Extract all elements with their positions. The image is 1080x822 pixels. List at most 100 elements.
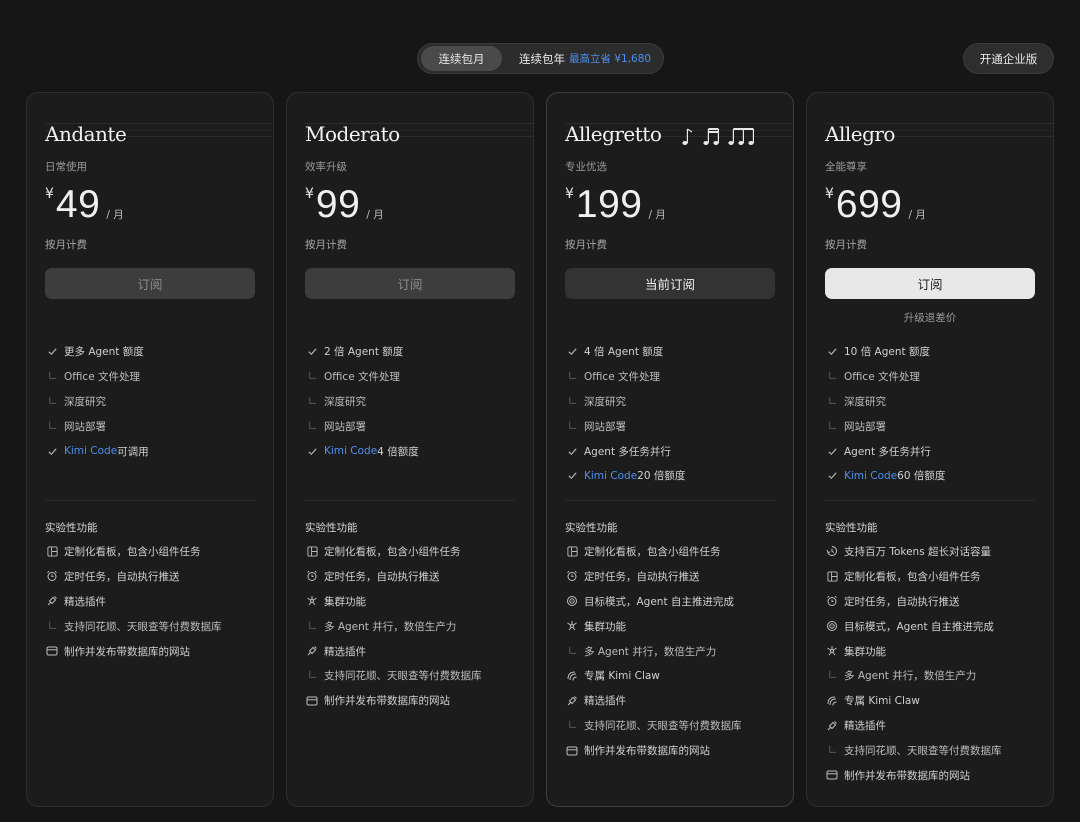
plan-card-andante: Andante 日常使用 ¥49 / 月按月计费 订阅 更多 Agent 额度 Office… (26, 92, 274, 807)
experimental-item: 多 Agent 并行，数倍生产力 (565, 639, 775, 664)
experimental-item: 定时任务，自动执行推送 (825, 589, 1035, 614)
experimental-text: 集群功能 (324, 595, 366, 608)
experimental-item: 专属 Kimi Claw (825, 688, 1035, 713)
experimental-text: 支持同花顺、天眼查等付费数据库 (844, 745, 1002, 758)
sub-item-icon (565, 394, 579, 408)
billing-note: 按月计费 (305, 239, 347, 251)
billing-period-toggle: 连续包月 连续包年 最高立省 ¥1,680 (417, 43, 664, 74)
feature-item: Kimi Code 20 倍额度 (565, 463, 775, 488)
experimental-item: 定时任务，自动执行推送 (305, 564, 515, 589)
dashboard-icon (305, 544, 319, 558)
sub-item-icon (45, 394, 59, 408)
check-icon (565, 444, 579, 458)
experimental-text: 制作并发布带数据库的网站 (64, 645, 190, 658)
experimental-item: 定时任务，自动执行推送 (45, 564, 255, 589)
plan-subtitle: 日常使用 (45, 161, 87, 173)
experimental-text: 多 Agent 并行，数倍生产力 (584, 645, 717, 658)
sub-icon (565, 644, 579, 658)
plugin-icon (565, 694, 579, 708)
cluster-icon (305, 594, 319, 608)
sub-item-icon (45, 369, 59, 383)
section-divider (825, 500, 1035, 501)
plan-subtitle: 全能尊享 (825, 161, 867, 173)
feature-text: Agent 多任务并行 (844, 445, 931, 458)
experimental-item: 精选插件 (565, 688, 775, 713)
kimi-code-link: Kimi Code (324, 445, 378, 457)
price: ¥199 / 月 (565, 185, 666, 224)
sub-item-icon (825, 419, 839, 433)
feature-item: Office 文件处理 (45, 364, 255, 389)
experimental-item: 支持同花顺、天眼查等付费数据库 (45, 614, 255, 639)
subscribe-button[interactable]: 订阅 (45, 268, 255, 299)
experimental-text: 专属 Kimi Claw (844, 695, 920, 708)
sub-item-icon (825, 369, 839, 383)
currency-symbol: ¥ (565, 186, 574, 202)
experimental-text: 专属 Kimi Claw (584, 670, 660, 683)
feature-item: 更多 Agent 额度 (45, 339, 255, 364)
feature-item: 深度研究 (565, 389, 775, 414)
feature-text: 深度研究 (844, 395, 886, 408)
sub-icon (45, 619, 59, 633)
sub-icon (565, 719, 579, 733)
billing-note: 按月计费 (45, 239, 87, 251)
currency-symbol: ¥ (825, 186, 834, 202)
check-icon (565, 469, 579, 483)
feature-item: 深度研究 (825, 389, 1035, 414)
experimental-text: 目标模式，Agent 自主推进完成 (844, 620, 994, 633)
plan-name: Moderato (305, 122, 400, 146)
yearly-option[interactable]: 连续包年 最高立省 ¥1,680 (502, 46, 651, 71)
experimental-text: 定时任务，自动执行推送 (324, 570, 440, 583)
price-amount: 699 (835, 183, 903, 226)
experimental-label: 实验性功能 (825, 522, 878, 534)
check-icon (825, 444, 839, 458)
cluster-icon (825, 644, 839, 658)
feature-list: 更多 Agent 额度 Office 文件处理 深度研究 网站部署 Kimi Code … (45, 339, 255, 463)
plan-card-allegro: Allegro 全能尊享 ¥699 / 月按月计费 订阅 升级退差价 10 倍 Agent … (806, 92, 1054, 807)
experimental-item: 定制化看板，包含小组件任务 (825, 564, 1035, 589)
currency-symbol: ¥ (305, 186, 314, 202)
feature-item: 10 倍 Agent 额度 (825, 339, 1035, 364)
sub-item-icon (305, 419, 319, 433)
yearly-label: 连续包年 (519, 51, 565, 66)
upgrade-note: 升级退差价 (903, 312, 957, 324)
sub-icon (305, 669, 319, 683)
pricing-page: 连续包月 连续包年 最高立省 ¥1,680 开通企业版 Andante 日常使用 ¥… (0, 0, 1080, 822)
plan-card-allegretto: Allegretto 专业优选 ¥199 / 月按月计费 当前订阅 4 倍 Agent 额… (546, 92, 794, 807)
feature-item: Agent 多任务并行 (825, 439, 1035, 464)
feature-text: Agent 多任务并行 (584, 445, 671, 458)
feature-item: 网站部署 (565, 414, 775, 439)
subscribe-button[interactable]: 订阅 (825, 268, 1035, 299)
kimi-code-link: Kimi Code (64, 445, 118, 457)
plan-card-moderato: Moderato 效率升级 ¥99 / 月按月计费 订阅 2 倍 Agent 额度 Offi… (286, 92, 534, 807)
cluster-icon (565, 619, 579, 633)
feature-item: 网站部署 (825, 414, 1035, 439)
feature-text: 4 倍 Agent 额度 (584, 345, 664, 358)
experimental-text: 集群功能 (844, 645, 886, 658)
experimental-item: 多 Agent 并行，数倍生产力 (305, 614, 515, 639)
database-icon (825, 768, 839, 782)
experimental-item: 定制化看板，包含小组件任务 (565, 539, 775, 564)
enterprise-button[interactable]: 开通企业版 (963, 43, 1054, 74)
monthly-option[interactable]: 连续包月 (421, 46, 502, 71)
experimental-feature-list: 定制化看板，包含小组件任务 定时任务，自动执行推送 目标模式，Agent 自主推进完… (565, 539, 775, 763)
billing-note: 按月计费 (565, 239, 607, 251)
price-period: / 月 (908, 209, 926, 221)
check-icon (825, 469, 839, 483)
current-subscription-button[interactable]: 当前订阅 (565, 268, 775, 299)
experimental-item: 定时任务，自动执行推送 (565, 564, 775, 589)
sub-icon (825, 669, 839, 683)
feature-text: 2 倍 Agent 额度 (324, 345, 404, 358)
plan-subtitle: 专业优选 (565, 161, 607, 173)
experimental-item: 多 Agent 并行，数倍生产力 (825, 663, 1035, 688)
feature-item: 深度研究 (45, 389, 255, 414)
experimental-text: 精选插件 (64, 595, 106, 608)
feature-item: Office 文件处理 (305, 364, 515, 389)
subscribe-button[interactable]: 订阅 (305, 268, 515, 299)
check-icon (305, 344, 319, 358)
experimental-item: 支持同花顺、天眼查等付费数据库 (565, 713, 775, 738)
experimental-text: 制作并发布带数据库的网站 (584, 745, 710, 758)
claw-icon (565, 669, 579, 683)
feature-text-suffix: 可调用 (117, 445, 149, 458)
experimental-text: 精选插件 (584, 695, 626, 708)
price-amount: 49 (55, 183, 101, 226)
